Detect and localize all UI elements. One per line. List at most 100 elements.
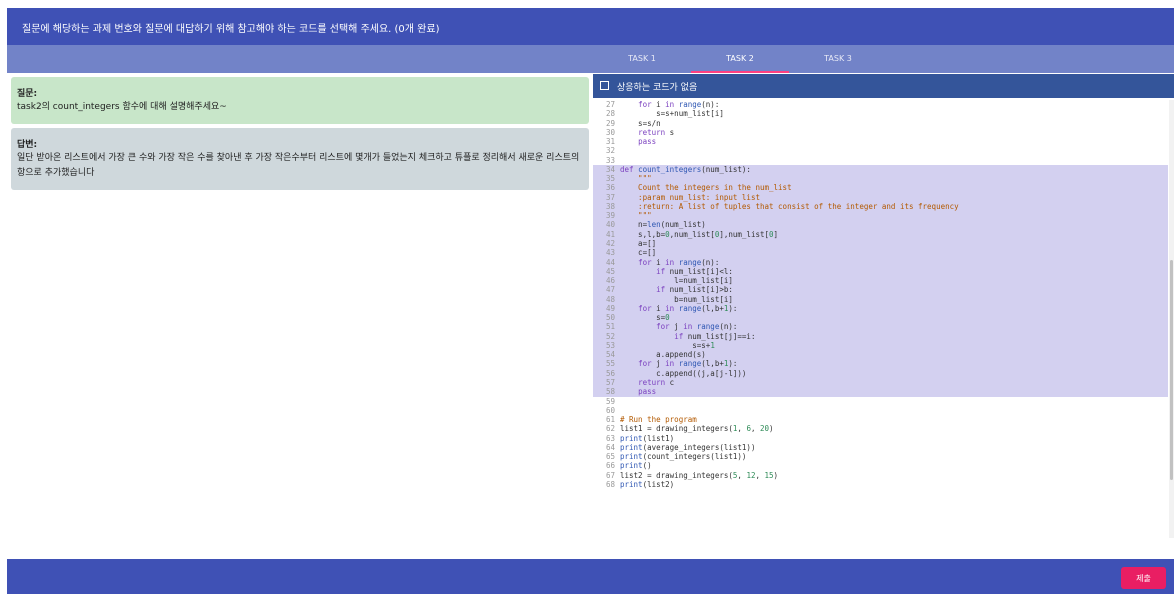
line-number: 30: [605, 127, 615, 137]
line-number: 51: [605, 322, 615, 332]
code-viewer[interactable]: 27 for i in range(n): 28 s=s+num_list[i] 2…: [593, 100, 1168, 538]
line-number: 68: [605, 479, 615, 489]
code-text: """: [620, 211, 652, 221]
code-line[interactable]: 34 def count_integers(num_list):: [593, 164, 1168, 175]
code-text: """: [620, 174, 652, 184]
line-number: 52: [605, 331, 615, 341]
code-line[interactable]: 54 a.append(s): [593, 350, 1168, 360]
code-line[interactable]: 60: [593, 406, 1168, 415]
code-text: def count_integers(num_list):: [620, 164, 751, 174]
code-line[interactable]: 55 for j in range(l,b+1):: [593, 359, 1168, 369]
code-line[interactable]: 33: [593, 156, 1168, 165]
code-line[interactable]: 37 :param num_list: input list: [593, 192, 1168, 202]
line-number: 41: [605, 229, 615, 239]
tab-task-3[interactable]: TASK 3: [789, 45, 887, 73]
bottom-bar: [7, 559, 1174, 594]
code-text: s=s+1: [620, 340, 715, 350]
line-number: 32: [605, 146, 615, 156]
code-line[interactable]: 39 """: [593, 211, 1168, 221]
code-line[interactable]: 48 b=num_list[i]: [593, 294, 1168, 304]
task-tabs: TASK 1 TASK 2 TASK 3: [593, 45, 1174, 73]
code-line[interactable]: 56 c.append((j,a[j-l])): [593, 368, 1168, 378]
question-card: 질문: task2의 count_integers 함수에 대해 설명해주세요~: [11, 77, 589, 124]
line-number: 65: [605, 452, 615, 462]
code-line[interactable]: 49 for i in range(l,b+1):: [593, 303, 1168, 314]
code-text: if num_list[i]>b:: [656, 285, 733, 295]
code-text: if num_list[j]==i:: [674, 331, 756, 341]
line-number: 44: [605, 257, 615, 267]
code-line[interactable]: 35 """: [593, 174, 1168, 184]
submit-button[interactable]: 제출: [1121, 567, 1166, 589]
no-code-label: 상응하는 코드가 없음: [617, 83, 698, 93]
code-line[interactable]: 30 return s: [593, 128, 1168, 137]
code-line[interactable]: 32: [593, 146, 1168, 155]
code-scrollbar-thumb[interactable]: [1170, 260, 1173, 480]
line-number: 49: [605, 303, 615, 313]
line-number: 58: [605, 387, 615, 397]
line-number: 33: [605, 155, 615, 165]
code-text: :return: A list of tuples that consist o…: [620, 201, 959, 211]
code-line[interactable]: 27 for i in range(n):: [593, 100, 1168, 109]
question-text: task2의 count_integers 함수에 대해 설명해주세요~: [17, 102, 227, 112]
code-line[interactable]: 58 pass: [593, 387, 1168, 397]
code-line[interactable]: 61 # Run the program: [593, 415, 1168, 424]
code-text: print(list2): [620, 479, 675, 489]
code-line[interactable]: 63 print(list1): [593, 434, 1168, 443]
code-text: return s: [638, 127, 675, 137]
code-text: a.append(s): [620, 350, 706, 360]
code-panel: TASK 1 TASK 2 TASK 3 상응하는 코드가 없음 27 for …: [593, 45, 1174, 559]
code-text: list2 = drawing_integers(5, 12, 15): [620, 470, 779, 480]
line-number: 46: [605, 276, 615, 286]
code-line[interactable]: 47 if num_list[i]>b:: [593, 285, 1168, 295]
line-number: 37: [605, 192, 615, 202]
no-code-option[interactable]: 상응하는 코드가 없음: [593, 74, 1174, 98]
code-line[interactable]: 64 print(average_integers(list1)): [593, 443, 1168, 452]
code-text: n=len(num_list): [620, 220, 706, 230]
code-line[interactable]: 40 n=len(num_list): [593, 220, 1168, 230]
code-line[interactable]: 28 s=s+num_list[i]: [593, 109, 1168, 118]
code-line[interactable]: 44 for i in range(n):: [593, 257, 1168, 267]
line-number: 36: [605, 183, 615, 193]
code-line[interactable]: 38 :return: A list of tuples that consis…: [593, 201, 1168, 212]
line-number: 56: [605, 368, 615, 378]
code-line[interactable]: 42 a=[]: [593, 238, 1168, 249]
line-number: 39: [605, 211, 615, 221]
code-text: l=num_list[i]: [620, 276, 733, 286]
tab-task-2[interactable]: TASK 2: [691, 45, 789, 73]
line-number: 63: [605, 433, 615, 443]
code-line[interactable]: 45 if num_list[i]<l:: [593, 266, 1168, 277]
code-line[interactable]: 62 list1 = drawing_integers(1, 6, 20): [593, 424, 1168, 433]
code-text: pass: [638, 137, 657, 147]
code-line[interactable]: 46 l=num_list[i]: [593, 276, 1168, 286]
line-number: 35: [605, 174, 615, 184]
code-line[interactable]: 65 print(count_integers(list1)): [593, 452, 1168, 461]
line-number: 27: [605, 100, 615, 109]
code-text: print(): [620, 461, 652, 471]
code-line[interactable]: 59: [593, 397, 1168, 406]
code-line[interactable]: 51 for j in range(n):: [593, 322, 1168, 332]
code-line[interactable]: 66 print(): [593, 461, 1168, 470]
line-number: 50: [605, 313, 615, 323]
code-text: s=s+num_list[i]: [620, 109, 724, 119]
code-line[interactable]: 53 s=s+1: [593, 340, 1168, 351]
line-number: 42: [605, 238, 615, 248]
code-line[interactable]: 52 if num_list[j]==i:: [593, 331, 1168, 341]
code-line[interactable]: 68 print(list2): [593, 480, 1168, 489]
code-line[interactable]: 57 return c: [593, 377, 1168, 388]
answer-text: 일단 받아온 리스트에서 가장 큰 수와 가장 작은 수를 찾아낸 후 가장 작…: [17, 153, 580, 178]
line-number: 67: [605, 470, 615, 480]
code-line[interactable]: 43 c=[]: [593, 248, 1168, 258]
no-code-checkbox[interactable]: [600, 81, 609, 90]
code-line[interactable]: 29 s=s/n: [593, 119, 1168, 128]
tab-task-1[interactable]: TASK 1: [593, 45, 691, 73]
code-line[interactable]: 41 s,l,b=0,num_list[0],num_list[0]: [593, 229, 1168, 239]
code-text: s,l,b=0,num_list[0],num_list[0]: [620, 229, 779, 239]
code-line[interactable]: 36 Count the integers in the num_list: [593, 183, 1168, 193]
code-text: c.append((j,a[j-l])): [620, 368, 747, 378]
line-number: 61: [605, 415, 615, 425]
code-line[interactable]: 50 s=0: [593, 313, 1168, 323]
code-line[interactable]: 31 pass: [593, 137, 1168, 146]
code-line[interactable]: 67 list2 = drawing_integers(5, 12, 15): [593, 471, 1168, 480]
code-text: # Run the program: [620, 415, 697, 425]
line-number: 59: [605, 396, 615, 406]
